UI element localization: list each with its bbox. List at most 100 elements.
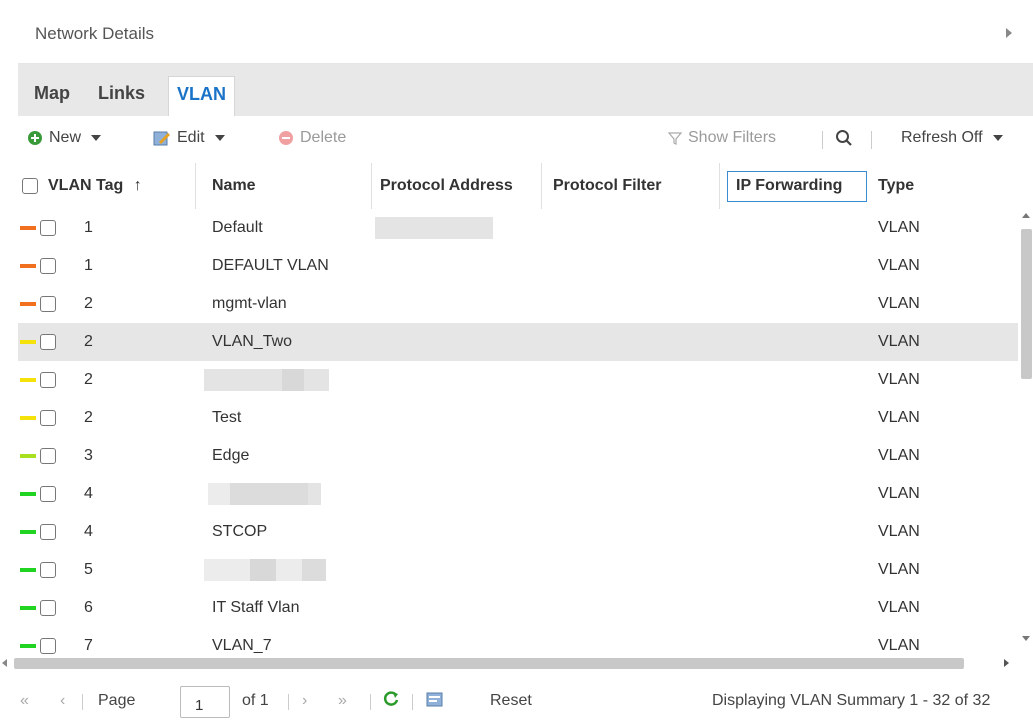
status-indicator bbox=[20, 644, 36, 648]
divider bbox=[412, 694, 413, 710]
redacted-name bbox=[282, 369, 304, 391]
reset-label[interactable]: Reset bbox=[490, 692, 532, 710]
edit-button[interactable]: Edit bbox=[153, 129, 225, 147]
table-row[interactable]: 1 DEFAULT VLAN VLAN bbox=[18, 247, 1018, 285]
delete-icon bbox=[279, 131, 293, 145]
table-row[interactable]: 2 Test VLAN bbox=[18, 399, 1018, 437]
scrollbar-thumb[interactable] bbox=[14, 658, 964, 669]
scroll-left-icon[interactable] bbox=[2, 659, 7, 667]
reset-button[interactable] bbox=[426, 690, 446, 713]
row-checkbox[interactable] bbox=[40, 448, 56, 464]
row-checkbox[interactable] bbox=[40, 638, 56, 654]
table-row[interactable]: 3 Edge VLAN bbox=[18, 437, 1018, 475]
row-checkbox[interactable] bbox=[40, 600, 56, 616]
row-checkbox[interactable] bbox=[40, 372, 56, 388]
delete-button[interactable]: Delete bbox=[278, 129, 346, 147]
name-cell: VLAN_Two bbox=[212, 333, 293, 350]
row-checkbox[interactable] bbox=[40, 486, 56, 502]
table-row[interactable]: 2 mgmt-vlan VLAN bbox=[18, 285, 1018, 323]
grid-header: VLAN Tag ↑ Name Protocol Address Protoco… bbox=[18, 163, 1033, 209]
refresh-icon[interactable] bbox=[382, 690, 400, 713]
scroll-right-icon[interactable] bbox=[1004, 659, 1009, 667]
table-row[interactable]: 2 VLAN bbox=[18, 361, 1018, 399]
column-protocol-address[interactable]: Protocol Address bbox=[372, 163, 542, 209]
row-checkbox[interactable] bbox=[40, 524, 56, 540]
status-indicator bbox=[20, 568, 36, 572]
redacted-name bbox=[250, 559, 276, 581]
table-row[interactable]: 4 STCOP VLAN bbox=[18, 513, 1018, 551]
divider bbox=[822, 131, 823, 149]
divider bbox=[82, 694, 83, 710]
vertical-scrollbar[interactable] bbox=[1019, 209, 1033, 655]
status-indicator bbox=[20, 416, 36, 420]
vlan-tag-cell: 2 bbox=[84, 295, 93, 312]
table-row[interactable]: 4 VLAN bbox=[18, 475, 1018, 513]
sort-ascending-icon: ↑ bbox=[133, 177, 142, 194]
redacted-name bbox=[276, 559, 302, 581]
new-button[interactable]: New bbox=[27, 129, 102, 147]
summary-text: Displaying VLAN Summary 1 - 32 of 32 bbox=[712, 692, 991, 709]
divider bbox=[370, 694, 371, 710]
scroll-down-icon[interactable] bbox=[1022, 636, 1030, 641]
table-row[interactable]: 5 VLAN bbox=[18, 551, 1018, 589]
type-cell: VLAN bbox=[878, 485, 920, 502]
page-number-input[interactable] bbox=[180, 686, 230, 718]
refresh-dropdown[interactable]: Refresh Off bbox=[901, 129, 1003, 147]
select-all-checkbox[interactable] bbox=[22, 178, 38, 194]
first-page-icon[interactable]: « bbox=[20, 692, 29, 710]
tab-map[interactable]: Map bbox=[26, 76, 78, 116]
name-cell: Test bbox=[212, 409, 242, 426]
redacted-name bbox=[204, 369, 282, 391]
redacted-name bbox=[204, 559, 250, 581]
type-cell: VLAN bbox=[878, 257, 920, 274]
new-label: New bbox=[49, 129, 82, 146]
name-cell: mgmt-vlan bbox=[212, 295, 287, 312]
table-row[interactable]: 6 IT Staff Vlan VLAN bbox=[18, 589, 1018, 627]
row-checkbox[interactable] bbox=[40, 220, 56, 236]
show-filters-button[interactable]: Show Filters bbox=[668, 129, 776, 147]
status-indicator bbox=[20, 606, 36, 610]
chevron-down-icon bbox=[214, 135, 225, 141]
chevron-down-icon bbox=[91, 135, 102, 141]
status-indicator bbox=[20, 378, 36, 382]
row-checkbox[interactable] bbox=[40, 258, 56, 274]
name-cell: VLAN_7 bbox=[212, 637, 272, 654]
name-cell: IT Staff Vlan bbox=[212, 599, 300, 616]
status-indicator bbox=[20, 492, 36, 496]
column-protocol-filter[interactable]: Protocol Filter bbox=[545, 163, 720, 209]
redacted-name bbox=[208, 483, 230, 505]
column-ip-forwarding[interactable]: IP Forwarding bbox=[727, 171, 867, 202]
vlan-tag-cell: 2 bbox=[84, 333, 93, 350]
table-row[interactable]: 1 Default VLAN bbox=[18, 209, 1018, 247]
refresh-arrows-icon bbox=[383, 691, 399, 706]
column-vlan-tag[interactable]: VLAN Tag ↑ bbox=[18, 163, 196, 209]
search-button[interactable] bbox=[835, 129, 853, 147]
status-indicator bbox=[20, 454, 36, 458]
tab-links[interactable]: Links bbox=[90, 76, 153, 116]
vlan-tag-cell: 1 bbox=[84, 257, 93, 274]
horizontal-scrollbar[interactable] bbox=[0, 655, 1019, 672]
redacted-name bbox=[308, 483, 321, 505]
tab-bar: Map Links VLAN bbox=[18, 64, 1033, 116]
tab-vlan[interactable]: VLAN bbox=[168, 76, 235, 116]
add-icon bbox=[28, 131, 42, 145]
row-checkbox[interactable] bbox=[40, 296, 56, 312]
last-page-icon[interactable]: » bbox=[338, 692, 347, 710]
vlan-tag-cell: 3 bbox=[84, 447, 93, 464]
collapse-arrow-icon[interactable] bbox=[1006, 28, 1012, 38]
scrollbar-thumb[interactable] bbox=[1021, 229, 1032, 379]
name-cell: DEFAULT VLAN bbox=[212, 257, 329, 274]
row-checkbox[interactable] bbox=[40, 410, 56, 426]
scroll-up-icon[interactable] bbox=[1022, 213, 1030, 218]
previous-page-icon[interactable]: ‹ bbox=[60, 692, 65, 710]
filter-icon bbox=[668, 132, 682, 145]
row-checkbox[interactable] bbox=[40, 334, 56, 350]
column-type[interactable]: Type bbox=[870, 163, 1010, 209]
column-name[interactable]: Name bbox=[204, 163, 372, 209]
status-indicator bbox=[20, 226, 36, 230]
redacted-name bbox=[304, 369, 329, 391]
table-row-selected[interactable]: 2 VLAN_Two VLAN bbox=[18, 323, 1018, 361]
next-page-icon[interactable]: › bbox=[302, 692, 307, 710]
panel-title: Network Details bbox=[35, 24, 155, 43]
row-checkbox[interactable] bbox=[40, 562, 56, 578]
